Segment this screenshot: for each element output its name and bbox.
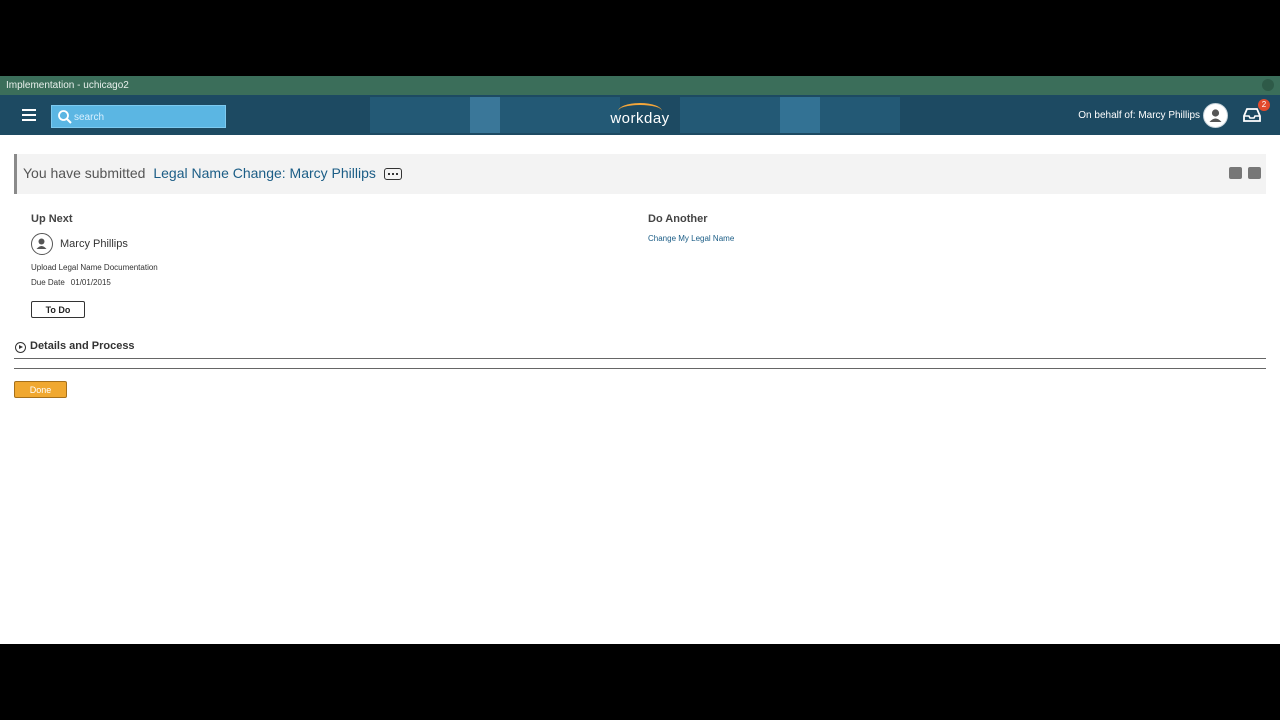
user-silhouette-icon	[1209, 109, 1222, 122]
header-pattern	[780, 97, 820, 133]
search-input[interactable]	[74, 108, 222, 126]
task-name: Upload Legal Name Documentation	[31, 263, 158, 272]
due-date-value: 01/01/2015	[70, 278, 111, 287]
video-frame: Implementation - uchicago2 workday	[0, 0, 1280, 720]
expand-arrow-icon	[15, 342, 26, 353]
confirmation-header: You have submitted Legal Name Change: Ma…	[14, 154, 1266, 194]
workday-logo[interactable]: workday	[600, 101, 680, 131]
submitted-message: You have submitted Legal Name Change: Ma…	[23, 165, 402, 181]
search-box[interactable]	[51, 105, 226, 128]
environment-close-icon[interactable]	[1262, 79, 1274, 91]
due-date-row: Due Date 01/01/2015	[31, 278, 181, 287]
person-name: Marcy Phillips	[60, 238, 128, 250]
browser-window: Implementation - uchicago2 workday	[0, 76, 1280, 644]
header-pattern	[470, 97, 500, 133]
on-behalf-text: On behalf of: Marcy Phillips	[1078, 110, 1200, 121]
divider	[14, 368, 1266, 369]
export-icon[interactable]	[1229, 167, 1242, 179]
person-avatar-icon	[31, 233, 53, 255]
print-icon[interactable]	[1248, 167, 1261, 179]
details-and-process-toggle[interactable]: Details and Process	[14, 339, 1266, 359]
search-icon	[58, 110, 72, 124]
submitted-event-link[interactable]: Legal Name Change: Marcy Phillips	[153, 165, 376, 181]
up-next-section: Up Next Marcy Phillips Upload Legal Name…	[31, 213, 181, 318]
environment-bar: Implementation - uchicago2	[0, 76, 1280, 95]
user-avatar[interactable]	[1203, 103, 1228, 128]
up-next-person: Marcy Phillips	[31, 233, 181, 257]
do-another-title: Do Another	[648, 213, 708, 225]
menu-icon[interactable]	[16, 103, 42, 127]
submitted-prefix: You have submitted	[23, 165, 146, 181]
details-and-process-label: Details and Process	[30, 340, 135, 352]
notification-badge: 2	[1258, 99, 1270, 111]
up-next-title: Up Next	[31, 213, 73, 225]
logo-arc	[618, 103, 662, 119]
top-navigation-bar: workday On behalf of: Marcy Phillips 2	[0, 95, 1280, 135]
environment-title: Implementation - uchicago2	[6, 80, 129, 91]
change-legal-name-link[interactable]: Change My Legal Name	[648, 234, 948, 243]
due-date-label: Due Date	[31, 278, 65, 287]
related-actions-icon[interactable]	[383, 168, 402, 181]
to-do-button[interactable]: To Do	[31, 301, 85, 318]
do-another-section: Do Another Change My Legal Name	[648, 213, 948, 243]
done-button[interactable]: Done	[14, 381, 67, 398]
